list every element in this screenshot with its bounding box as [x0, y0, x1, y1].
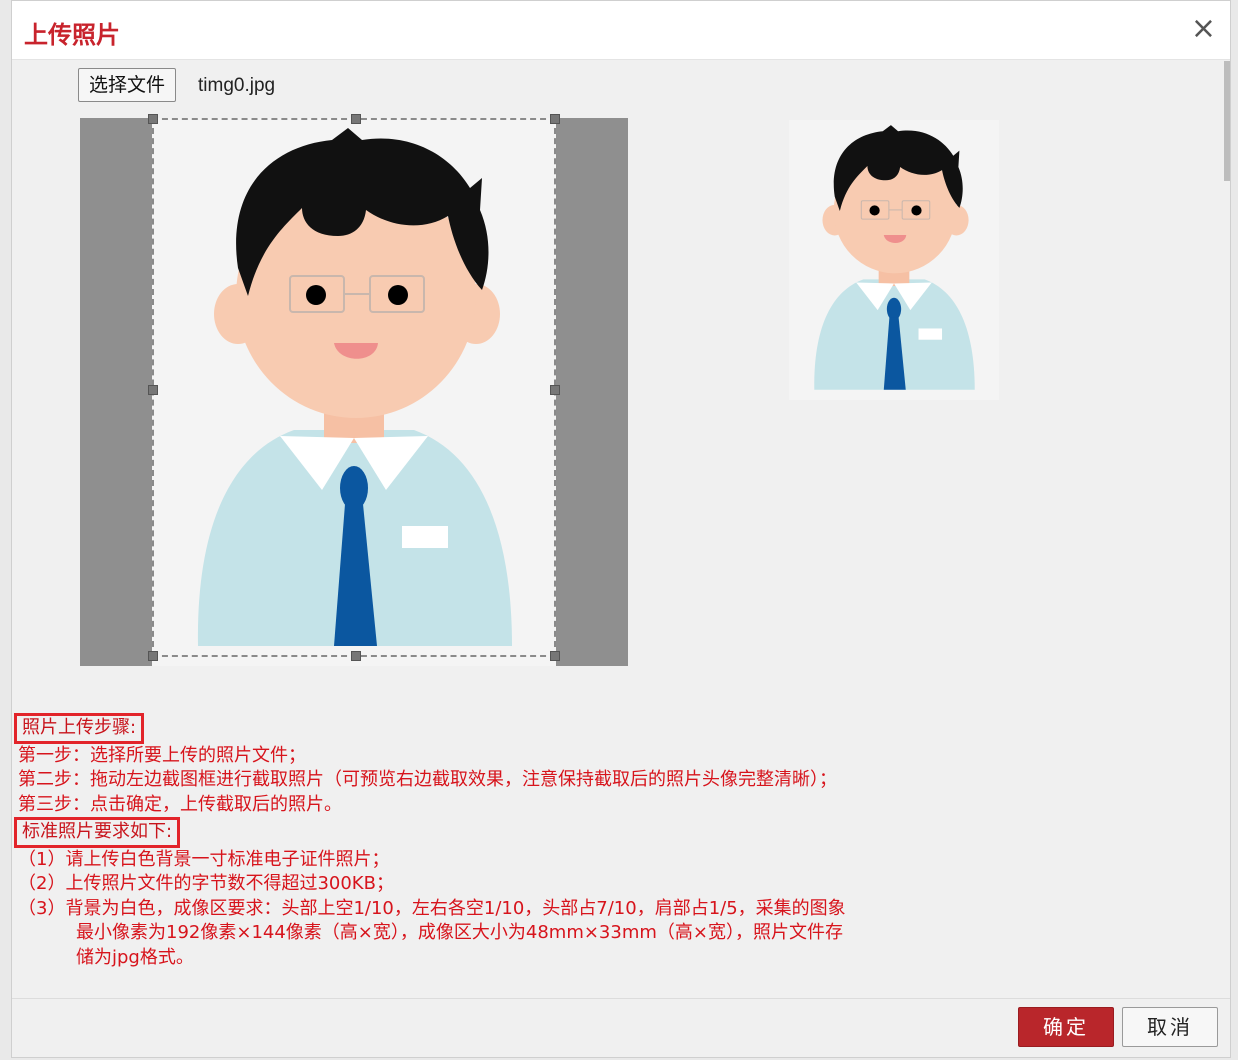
crop-handle-right[interactable] — [550, 385, 560, 395]
selected-file-name: timg0.jpg — [198, 75, 276, 96]
crop-handle-top-right[interactable] — [550, 114, 560, 124]
crop-preview — [789, 120, 999, 400]
step-item: 第二步：拖动左边截图框进行截取照片（可预览右边截取效果，注意保持截取后的照片头像… — [18, 769, 837, 790]
choose-file-button[interactable]: 选择文件 — [78, 68, 177, 102]
steps-heading: 照片上传步骤: — [14, 713, 145, 744]
requirement-item: （2）上传照片文件的字节数不得超过300KB； — [18, 873, 394, 894]
step-item: 第三步：点击确定，上传截取后的照片。 — [18, 793, 342, 815]
scrollbar[interactable] — [1224, 61, 1230, 181]
upload-instructions: 照片上传步骤: 第一步：选择所要上传的照片文件； 第二步：拖动左边截图框进行截取… — [12, 713, 1012, 970]
preview-avatar-illustration — [814, 125, 975, 390]
cancel-button[interactable]: 取消 — [1122, 1007, 1218, 1047]
dialog-footer: 确定 取消 — [12, 998, 1230, 1057]
crop-selection-frame[interactable] — [148, 114, 560, 661]
requirements-heading: 标准照片要求如下: — [14, 817, 181, 848]
requirement-continuation: 最小像素为192像素×144像素（高×宽），成像区大小为48mm×33mm（高×… — [76, 922, 843, 943]
close-icon[interactable]: × — [1191, 11, 1216, 47]
crop-handle-bottom-left[interactable] — [148, 651, 158, 661]
upload-photo-dialog: 上传照片 × 选择文件 timg0.jpg 照片上传步骤: 第一步：选择所要上传… — [11, 0, 1231, 1058]
dialog-title: 上传照片 — [24, 21, 120, 49]
requirement-item: （3）背景为白色，成像区要求：头部上空1/10，左右各空1/10，头部占7/10… — [18, 897, 846, 919]
crop-area[interactable] — [80, 114, 628, 666]
dialog-titlebar: 上传照片 × — [12, 1, 1230, 60]
crop-handle-bottom[interactable] — [351, 651, 361, 661]
step-item: 第一步：选择所要上传的照片文件； — [18, 744, 306, 766]
crop-handle-left[interactable] — [148, 385, 158, 395]
crop-handle-bottom-right[interactable] — [550, 651, 560, 661]
crop-handle-top[interactable] — [351, 114, 361, 124]
crop-handle-top-left[interactable] — [148, 114, 158, 124]
requirement-item: （1）请上传白色背景一寸标准电子证件照片； — [18, 848, 390, 870]
confirm-button[interactable]: 确定 — [1018, 1007, 1114, 1047]
requirement-continuation: 储为jpg格式。 — [76, 946, 194, 968]
